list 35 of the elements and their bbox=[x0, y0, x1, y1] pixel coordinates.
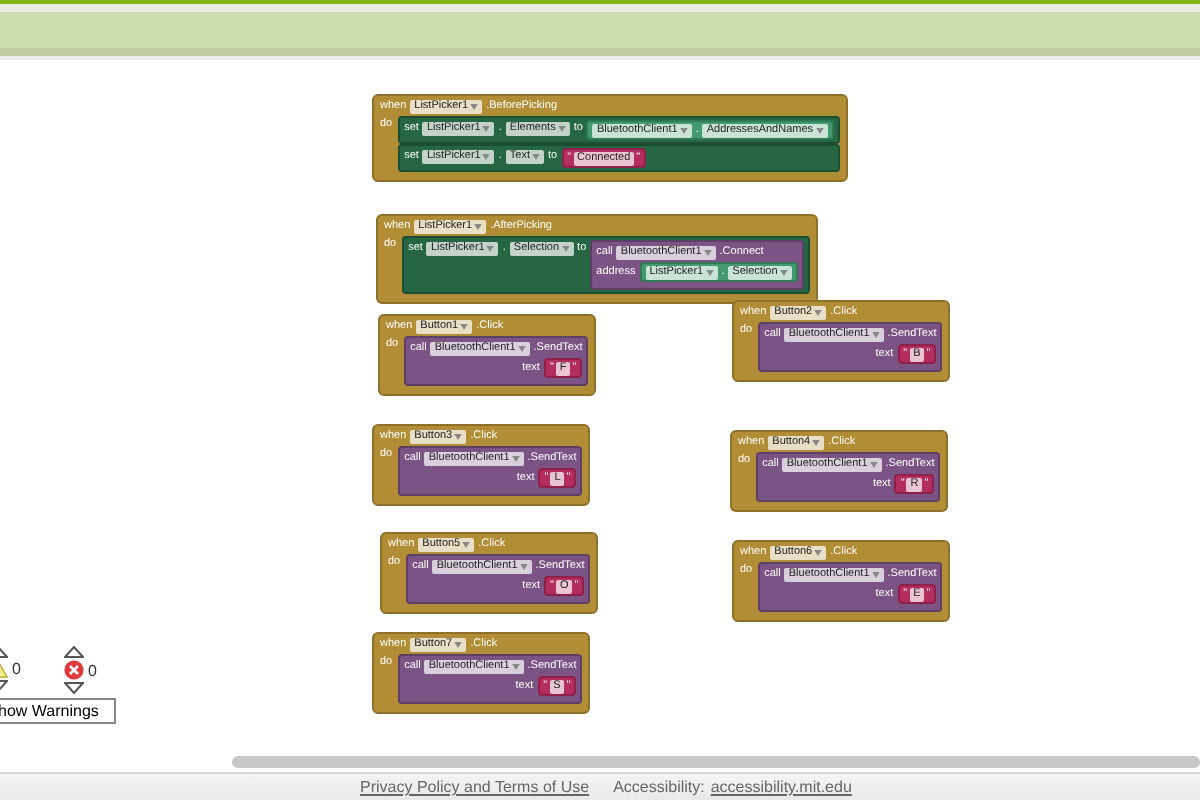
caret-icon bbox=[814, 549, 823, 555]
caret-icon bbox=[812, 439, 821, 445]
caret-icon bbox=[486, 245, 495, 251]
caret-icon bbox=[871, 571, 880, 577]
caret-icon bbox=[511, 663, 520, 669]
caret-icon bbox=[454, 641, 463, 647]
warning-count: 0 bbox=[12, 660, 21, 678]
error-icon bbox=[64, 660, 84, 680]
error-count: 0 bbox=[88, 661, 97, 679]
caret-icon bbox=[454, 433, 463, 439]
caret-icon bbox=[679, 127, 688, 133]
caret-icon bbox=[474, 223, 483, 229]
caret-icon bbox=[703, 249, 712, 255]
down-arrow-icon[interactable] bbox=[64, 682, 84, 694]
up-arrow-icon[interactable] bbox=[64, 646, 84, 658]
caret-icon bbox=[517, 345, 526, 351]
privacy-link[interactable]: Privacy Policy and Terms of Use bbox=[360, 778, 590, 796]
caret-icon bbox=[869, 461, 878, 467]
caret-icon bbox=[460, 323, 469, 329]
caret-icon bbox=[470, 103, 479, 109]
caret-icon bbox=[519, 563, 528, 569]
caret-icon bbox=[462, 541, 471, 547]
caret-icon bbox=[532, 153, 540, 159]
caret-icon bbox=[871, 331, 880, 337]
caret-icon bbox=[482, 125, 491, 131]
caret-icon bbox=[705, 269, 714, 275]
accessibility-link[interactable]: accessibility.mit.edu bbox=[710, 778, 852, 796]
caret-icon bbox=[779, 269, 788, 275]
accessibility-label: Accessibility: bbox=[613, 778, 705, 796]
caret-icon bbox=[511, 455, 520, 461]
caret-icon bbox=[815, 127, 824, 133]
caret-icon bbox=[561, 245, 570, 251]
caret-icon bbox=[482, 153, 491, 159]
caret-icon bbox=[814, 309, 823, 315]
caret-icon bbox=[557, 125, 566, 131]
